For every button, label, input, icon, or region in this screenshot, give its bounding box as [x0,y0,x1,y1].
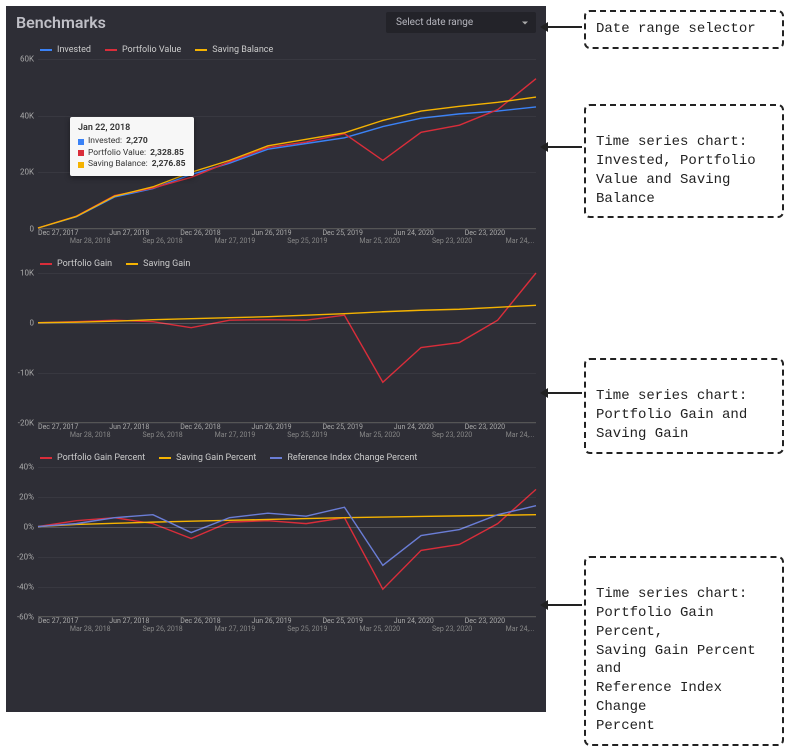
page-title: Benchmarks [16,13,106,32]
legend-label: Portfolio Value [122,45,181,55]
chart-2-x-ticks-bottom: Mar 28, 2018Sep 26, 2018Mar 27, 2019Sep … [38,431,536,439]
legend-swatch-saving [126,263,138,265]
legend-item: Saving Gain [126,259,190,269]
legend-label: Portfolio Gain [57,259,112,269]
legend-swatch-portfolio [40,457,52,459]
callout-date-range: Date range selector [584,10,784,49]
tooltip-row: Invested: 2,270 [78,136,186,147]
chart-1-tooltip: Jan 22, 2018 Invested: 2,270 Portfolio V… [70,117,194,176]
tooltip-swatch-invested [78,139,84,145]
tooltip-date: Jan 22, 2018 [78,122,186,134]
legend-item: Saving Gain Percent [159,453,256,463]
legend-item: Portfolio Gain [40,259,112,269]
callout-arrow [546,146,582,148]
legend-item: Reference Index Change Percent [270,453,417,463]
chart-2-x-ticks-top: Dec 27, 2017Jun 27, 2018Dec 26, 2018Jun … [38,423,536,431]
legend-label: Saving Gain [143,259,190,269]
chart-3-plot-area[interactable]: -60%-40%-20%0%20%40% [38,467,536,617]
legend-label: Saving Gain Percent [176,453,256,463]
chart-3-svg [38,467,536,616]
tooltip-value: 2,270 [126,136,148,147]
callout-text: Time series chart: Invested, Portfolio V… [596,134,756,207]
legend-swatch-invested [40,49,52,51]
chart-3-x-ticks-bottom: Mar 28, 2018Sep 26, 2018Mar 27, 2019Sep … [38,625,536,633]
legend-item: Portfolio Gain Percent [40,453,145,463]
panel-header: Benchmarks Select date range [6,6,546,35]
chart-1-x-ticks-bottom: Mar 28, 2018Sep 26, 2018Mar 27, 2019Sep … [38,237,536,245]
legend-swatch-portfolio [40,263,52,265]
legend-swatch-saving [195,49,207,51]
tooltip-row: Portfolio Value: 2,328.85 [78,148,186,159]
tooltip-label: Invested: [88,136,122,147]
legend-item: Invested [40,45,91,55]
chart-2-plot-area[interactable]: -20K-10K010K [38,273,536,423]
tooltip-label: Portfolio Value: [88,148,146,159]
legend-swatch-reference [270,457,282,459]
legend-label: Portfolio Gain Percent [57,453,145,463]
callout-text: Date range selector [596,21,756,37]
chart-2-y-ticks: -20K-10K010K [12,273,36,422]
legend-swatch-portfolio [105,49,117,51]
chart-1-legend: Invested Portfolio Value Saving Balance [12,39,538,59]
chart-1-y-ticks: 020K40K60K [12,59,36,228]
tooltip-row: Saving Balance: 2,276.85 [78,159,186,170]
tooltip-swatch-portfolio [78,150,84,156]
chart-1-plot-area[interactable]: 020K40K60K Jan 22, 2018 Invested: 2,270 … [38,59,536,229]
legend-label: Reference Index Change Percent [287,453,417,463]
tooltip-value: 2,276.85 [152,159,186,170]
legend-swatch-saving [159,457,171,459]
chart-3-y-ticks: -60%-40%-20%0%20%40% [12,467,36,616]
callout-chart-2: Time series chart: Portfolio Gain and Sa… [584,358,784,454]
callout-arrow [546,26,582,28]
legend-item: Saving Balance [195,45,273,55]
legend-item: Portfolio Value [105,45,181,55]
chart-3: Portfolio Gain Percent Saving Gain Perce… [6,443,546,637]
date-range-selector[interactable]: Select date range [386,12,536,33]
tooltip-value: 2,328.85 [150,148,184,159]
chart-2-legend: Portfolio Gain Saving Gain [12,253,538,273]
chart-2-svg [38,273,536,422]
chart-1: Invested Portfolio Value Saving Balance … [6,35,546,249]
callout-chart-1: Time series chart: Invested, Portfolio V… [584,104,784,218]
chart-3-x-ticks-top: Dec 27, 2017Jun 27, 2018Dec 26, 2018Jun … [38,617,536,625]
chart-3-legend: Portfolio Gain Percent Saving Gain Perce… [12,447,538,467]
callout-text: Time series chart: Portfolio Gain Percen… [596,586,756,734]
legend-label: Invested [57,45,91,55]
legend-label: Saving Balance [212,45,273,55]
callout-arrow [546,604,582,606]
benchmarks-panel: Benchmarks Select date range Invested Po… [6,6,546,712]
chart-2: Portfolio Gain Saving Gain -20K-10K010K … [6,249,546,443]
tooltip-label: Saving Balance: [88,159,148,170]
callout-arrow [546,392,582,394]
chart-1-x-ticks-top: Dec 27, 2017Jun 27, 2018Dec 26, 2018Jun … [38,229,536,237]
callout-text: Time series chart: Portfolio Gain and Sa… [596,388,747,442]
tooltip-swatch-saving [78,162,84,168]
